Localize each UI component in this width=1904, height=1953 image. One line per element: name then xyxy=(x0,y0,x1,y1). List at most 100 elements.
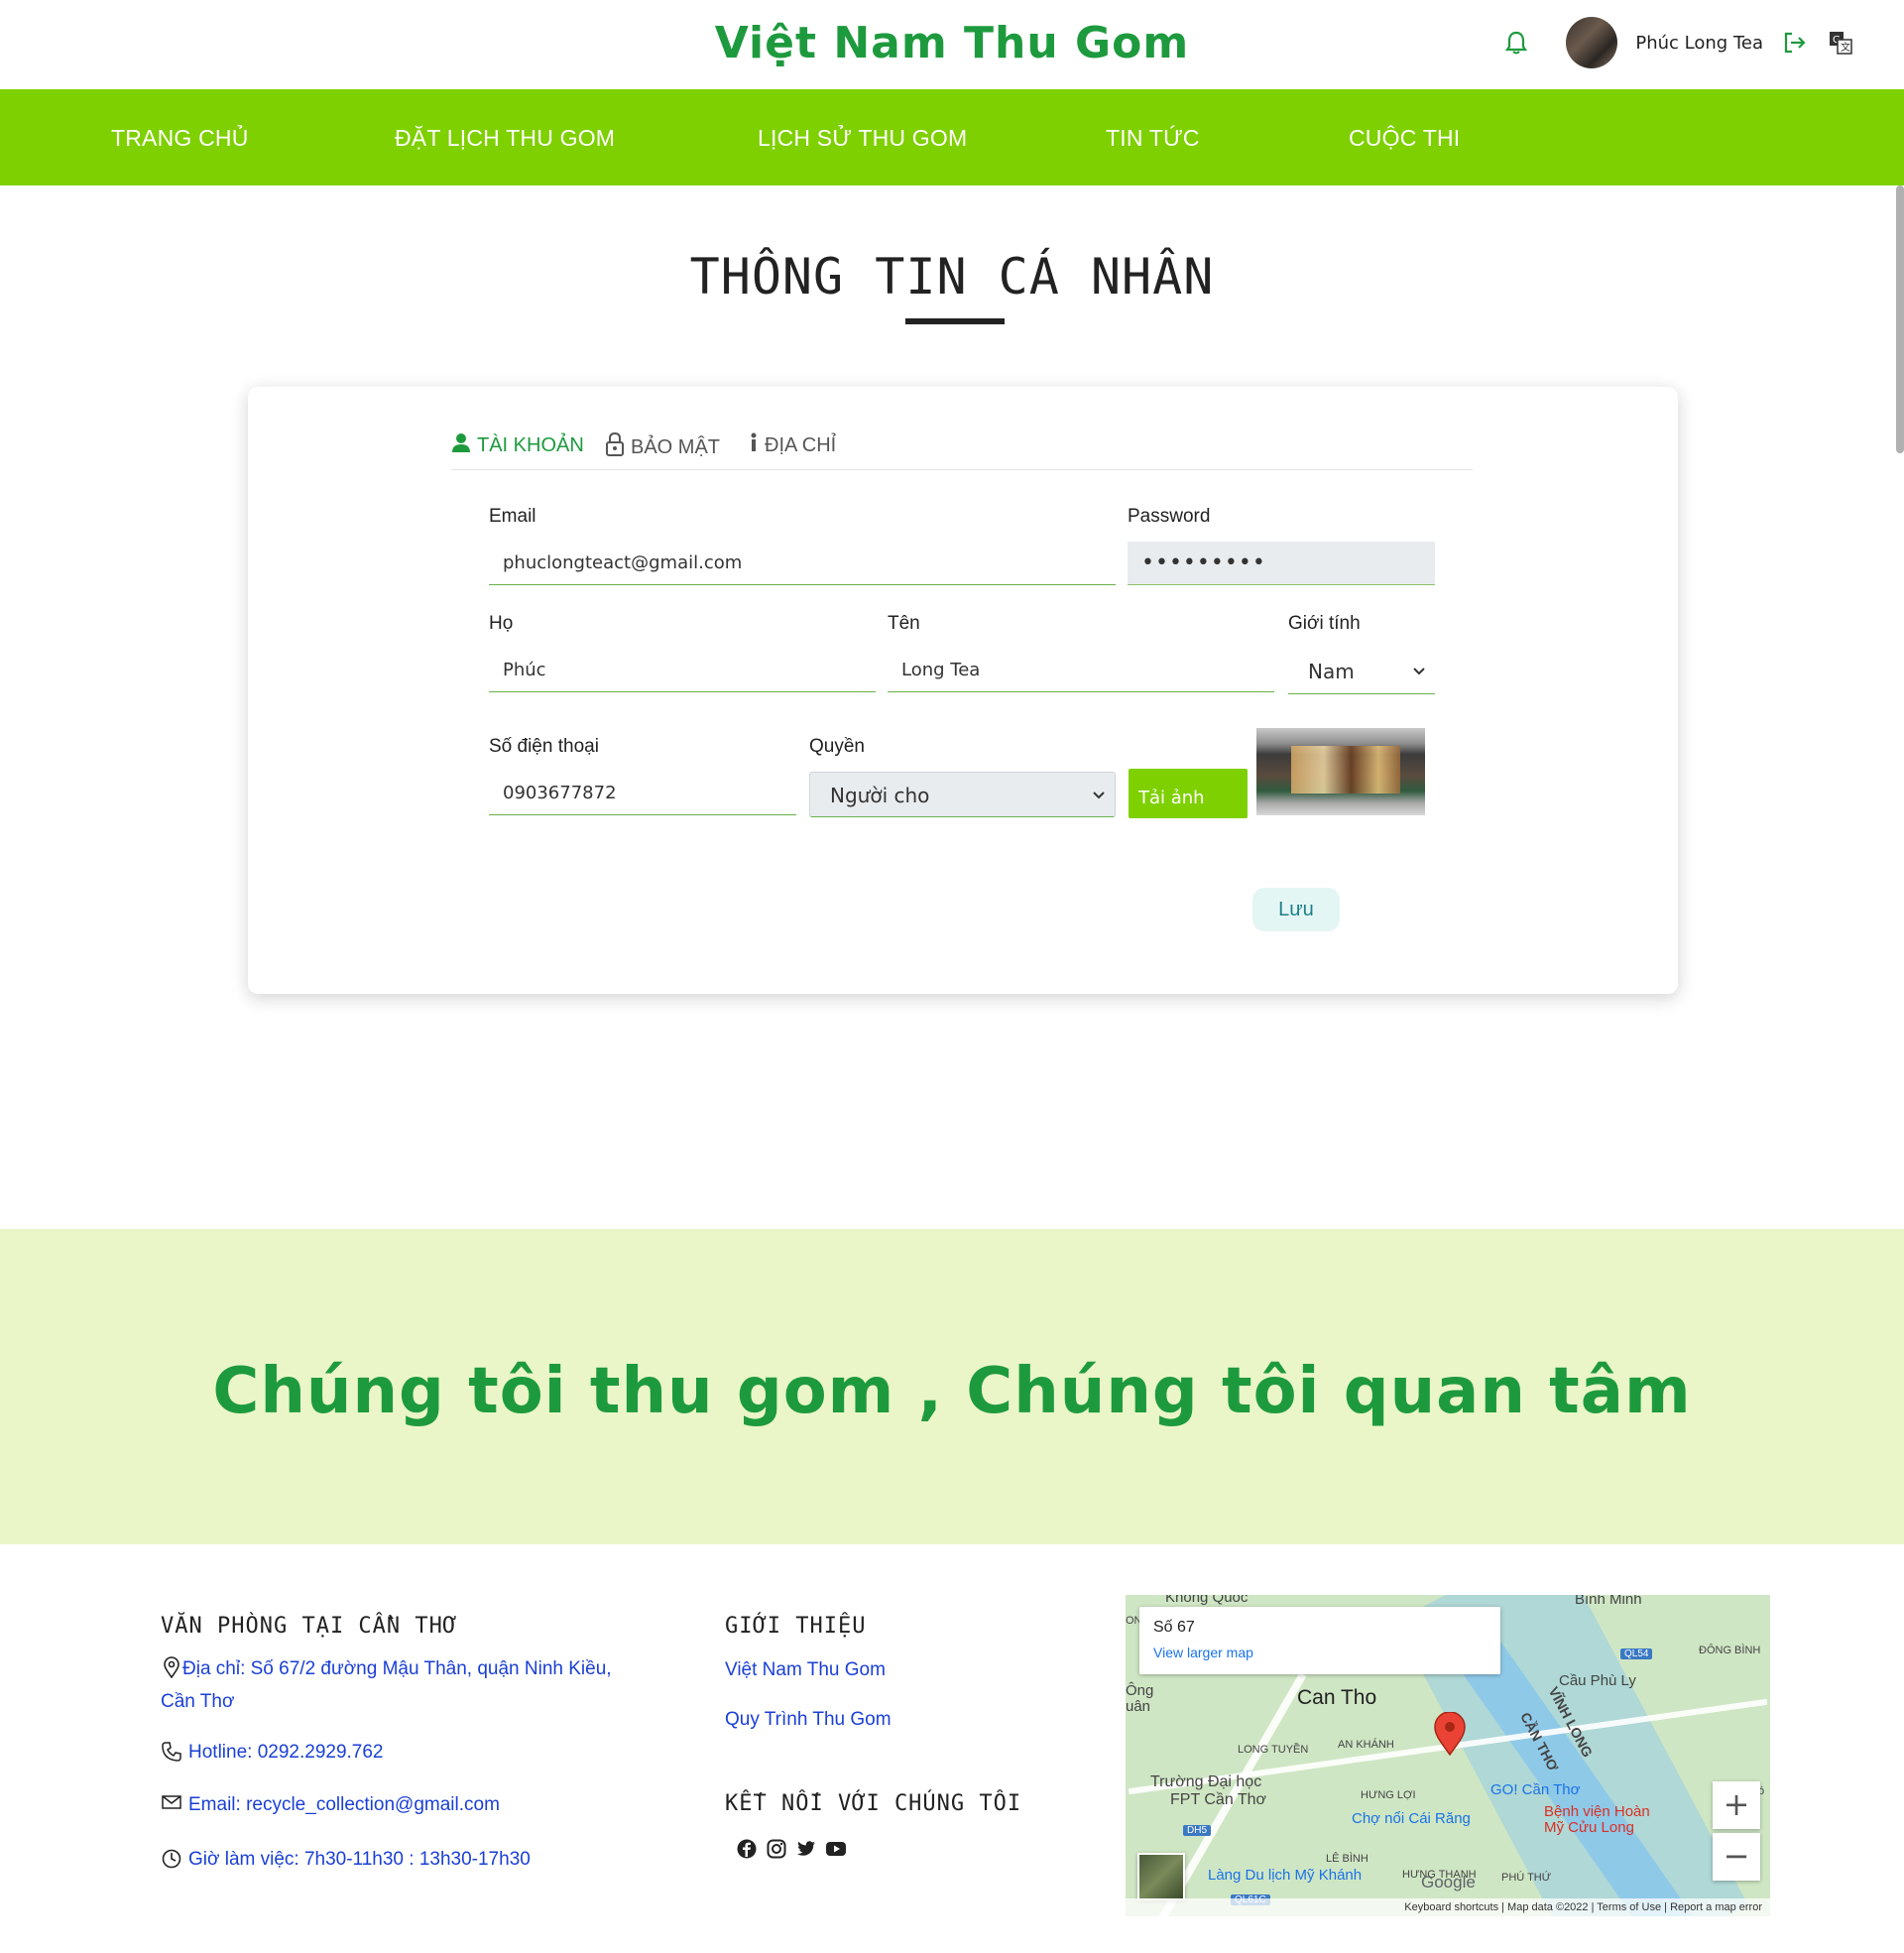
email-field[interactable]: phuclongteact@gmail.com xyxy=(489,542,1116,585)
map-label: Làng Du lịch Mỹ Khánh xyxy=(1208,1867,1363,1884)
user-area: Phúc Long Tea G文 xyxy=(1502,17,1854,68)
title-underline xyxy=(905,318,1005,324)
zoom-out-button[interactable]: − xyxy=(1713,1833,1760,1881)
user-name[interactable]: Phúc Long Tea xyxy=(1635,33,1763,54)
tab-security-label: BẢO MẬT xyxy=(631,435,721,458)
mail-icon xyxy=(161,1794,182,1810)
intro-link-process[interactable]: Quy Trình Thu Gom xyxy=(725,1703,892,1736)
address-text-1: Địa chỉ: Số 67/2 đường Mậu Thân, quận Ni… xyxy=(182,1658,612,1679)
map-label: Mỹ Cửu Long xyxy=(1544,1819,1634,1836)
password-label: Password xyxy=(1128,506,1211,527)
location-icon xyxy=(161,1656,182,1678)
connect-heading: KẾT NỐI VỚI CHÚNG TÔI xyxy=(725,1791,1022,1816)
profile-image-thumbnail xyxy=(1256,728,1425,815)
map-label: LÊ BÌNH xyxy=(1326,1853,1368,1865)
hotline-line[interactable]: Hotline: 0292.2929.762 xyxy=(161,1736,384,1769)
map-pin-icon xyxy=(1434,1712,1466,1756)
map-label: GO! Cần Thơ xyxy=(1490,1781,1581,1798)
page-title: THÔNG TIN CÁ NHÂN xyxy=(689,248,1215,305)
view-larger-map-link[interactable]: View larger map xyxy=(1153,1645,1253,1660)
map-label: Chợ nổi Cái Răng xyxy=(1352,1810,1471,1827)
main-nav: TRANG CHỦ ĐẶT LỊCH THU GOM LỊCH SỬ THU G… xyxy=(0,89,1904,185)
avatar[interactable] xyxy=(1566,17,1618,68)
office-heading: VĂN PHÒNG TẠI CẦN THƠ xyxy=(161,1614,458,1639)
phone-icon xyxy=(161,1742,182,1762)
map-label: Bình Minh xyxy=(1575,1595,1642,1608)
clock-icon xyxy=(161,1849,182,1869)
map-label: Ông xyxy=(1126,1682,1154,1699)
phone-field[interactable]: 0903677872 xyxy=(489,772,796,815)
profile-card: TÀI KHOẢN BẢO MẬT ĐỊA CHỈ Email phuclong… xyxy=(248,387,1678,994)
nav-news[interactable]: TIN TỨC xyxy=(1106,125,1200,152)
scrollbar[interactable] xyxy=(1896,185,1904,453)
save-button[interactable]: Lưu xyxy=(1252,888,1340,931)
map-place-title: Số 67 xyxy=(1153,1619,1195,1636)
slogan-band: Chúng tôi thu gom , Chúng tôi quan tâm xyxy=(0,1229,1904,1544)
first-name-label: Tên xyxy=(888,613,920,634)
chevron-down-icon xyxy=(1413,649,1425,713)
hours-text: Giờ làm việc: 7h30-11h30 : 13h30-17h30 xyxy=(188,1849,531,1870)
email-label: Email xyxy=(489,506,536,527)
satellite-toggle[interactable] xyxy=(1137,1853,1185,1900)
phone-label: Số điện thoại xyxy=(489,736,599,757)
map-label: ĐÔNG BÌNH xyxy=(1699,1645,1761,1656)
zoom-in-button[interactable]: + xyxy=(1713,1781,1760,1829)
nav-history[interactable]: LỊCH SỬ THU GOM xyxy=(758,125,967,152)
gender-value: Nam xyxy=(1308,660,1355,683)
embedded-map[interactable]: Không Quốc ON Bình Minh ĐÔNG BÌNH QL54 C… xyxy=(1126,1595,1770,1916)
gender-select[interactable]: Nam xyxy=(1288,649,1435,694)
tab-security[interactable]: BẢO MẬT xyxy=(605,431,721,462)
lock-icon xyxy=(605,431,625,462)
role-value: Người cho xyxy=(830,784,930,807)
map-label: Bệnh viện Hoàn xyxy=(1544,1803,1650,1820)
tab-account-label: TÀI KHOẢN xyxy=(477,433,584,456)
email-text: Email: recycle_collection@gmail.com xyxy=(188,1794,500,1815)
gender-label: Giới tính xyxy=(1288,613,1361,634)
svg-text:文: 文 xyxy=(1841,41,1850,54)
map-label: Cầu Phù Ly xyxy=(1559,1672,1636,1689)
youtube-icon[interactable] xyxy=(825,1838,847,1860)
google-logo: Google xyxy=(1421,1873,1476,1892)
info-icon xyxy=(749,432,759,458)
role-label: Quyền xyxy=(809,736,865,757)
nav-schedule[interactable]: ĐẶT LỊCH THU GOM xyxy=(395,125,615,152)
upload-button[interactable]: Tải ảnh xyxy=(1129,769,1248,818)
map-label: FPT Cần Thơ xyxy=(1170,1791,1267,1808)
email-line[interactable]: Email: recycle_collection@gmail.com xyxy=(161,1788,500,1821)
intro-link-brand[interactable]: Việt Nam Thu Gom xyxy=(725,1653,886,1686)
map-label: Không Quốc xyxy=(1165,1595,1249,1606)
slogan: Chúng tôi thu gom , Chúng tôi quan tâm xyxy=(212,1355,1692,1428)
last-name-label: Họ xyxy=(489,613,514,634)
social-links xyxy=(736,1838,847,1860)
logout-icon[interactable] xyxy=(1781,29,1809,57)
tab-account[interactable]: TÀI KHOẢN xyxy=(451,432,584,458)
map-label: Can Tho xyxy=(1297,1686,1377,1709)
hotline-text: Hotline: 0292.2929.762 xyxy=(188,1742,384,1763)
address-text-2: Cần Thơ xyxy=(161,1691,235,1712)
map-info-card: Số 67 View larger map xyxy=(1139,1607,1500,1674)
nav-contest[interactable]: CUỘC THI xyxy=(1349,125,1460,152)
facebook-icon[interactable] xyxy=(736,1838,758,1860)
last-name-field[interactable]: Phúc xyxy=(489,649,876,692)
password-field[interactable]: ••••••••• xyxy=(1128,542,1435,585)
address-line: Địa chỉ: Số 67/2 đường Mậu Thân, quận Ni… xyxy=(161,1652,676,1718)
hours-line: Giờ làm việc: 7h30-11h30 : 13h30-17h30 xyxy=(161,1843,531,1876)
first-name-field[interactable]: Long Tea xyxy=(888,649,1274,692)
profile-tabs: TÀI KHOẢN BẢO MẬT ĐỊA CHỈ xyxy=(451,411,1473,470)
store-photo xyxy=(1291,746,1400,793)
map-footer: Keyboard shortcuts | Map data ©2022 | Te… xyxy=(1126,1898,1770,1916)
chevron-down-icon xyxy=(1093,773,1105,837)
instagram-icon[interactable] xyxy=(766,1838,787,1860)
translate-icon[interactable]: G文 xyxy=(1827,29,1854,57)
user-icon xyxy=(451,432,471,458)
map-label: LONG TUYỀN xyxy=(1238,1744,1309,1756)
role-select[interactable]: Người cho xyxy=(809,772,1116,817)
map-label: HƯNG LỢI xyxy=(1361,1789,1416,1801)
twitter-icon[interactable] xyxy=(795,1838,817,1860)
intro-heading: GIỚI THIỆU xyxy=(725,1614,867,1639)
tab-address[interactable]: ĐỊA CHỈ xyxy=(749,432,836,458)
map-label: DH5 xyxy=(1183,1825,1212,1836)
map-label: QL54 xyxy=(1620,1648,1653,1659)
bell-icon[interactable] xyxy=(1502,29,1530,57)
nav-home[interactable]: TRANG CHỦ xyxy=(111,125,249,152)
